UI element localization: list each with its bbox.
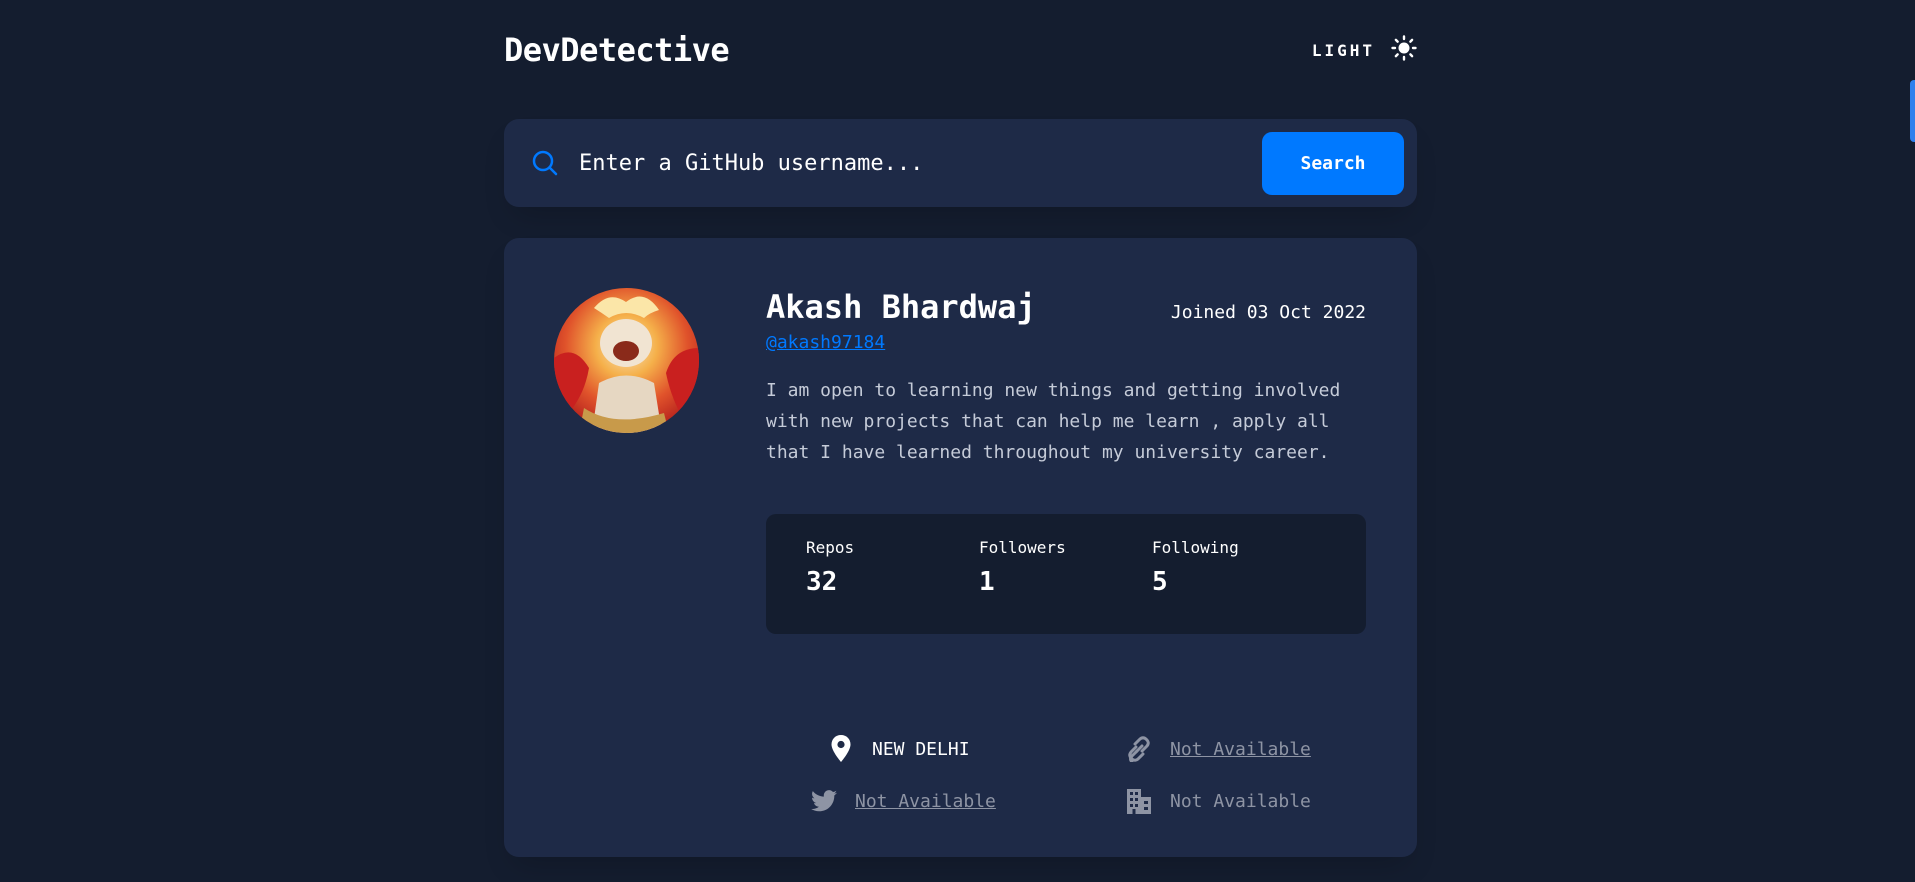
name-row: Akash Bhardwaj Joined 03 Oct 2022: [766, 288, 1366, 326]
location-pin-icon: [828, 735, 854, 763]
profile-bio: I am open to learning new things and get…: [766, 380, 1341, 463]
twitter-item[interactable]: Not Available: [811, 787, 996, 815]
app-logo: DevDetective: [504, 31, 730, 69]
profile-name: Akash Bhardwaj: [766, 288, 1036, 326]
profile-content: Akash Bhardwaj Joined 03 Oct 2022 @akash…: [766, 288, 1366, 814]
website-item[interactable]: Not Available: [1126, 735, 1311, 763]
company-text: Not Available: [1170, 790, 1311, 812]
joined-date: Joined 03 Oct 2022: [1170, 302, 1366, 323]
theme-toggle[interactable]: LIGHT: [1312, 35, 1417, 65]
header: DevDetective LIGHT: [504, 0, 1417, 100]
search-button[interactable]: Search: [1262, 131, 1404, 195]
app-container: DevDetective LIGHT Enter a GitHub userna…: [504, 0, 1417, 857]
stat-following: Following 5: [1152, 538, 1325, 634]
stat-label: Followers: [979, 538, 1066, 557]
stat-label: Repos: [806, 538, 855, 557]
location-item: NEW DELHI: [828, 735, 970, 763]
twitter-link[interactable]: Not Available: [855, 791, 996, 812]
profile-card: Akash Bhardwaj Joined 03 Oct 2022 @akash…: [504, 238, 1417, 857]
stat-value: 5: [1152, 567, 1168, 597]
search-bar: Search: [504, 119, 1417, 207]
location-text: NEW DELHI: [872, 738, 970, 760]
profile-links: NEW DELHI Not Available Not Available No…: [766, 735, 1366, 845]
stat-value: 1: [979, 567, 995, 597]
stat-followers: Followers 1: [979, 538, 1152, 634]
company-item: Not Available: [1126, 787, 1311, 815]
building-icon: [1126, 787, 1152, 815]
side-scroll-tab[interactable]: [1910, 80, 1915, 142]
stat-label: Following: [1152, 538, 1239, 557]
search-input[interactable]: [579, 150, 1262, 176]
stat-repos: Repos 32: [806, 538, 979, 634]
sun-icon: [1391, 35, 1417, 65]
search-icon: [531, 149, 559, 177]
twitter-icon: [811, 787, 837, 815]
profile-username-link[interactable]: @akash97184: [766, 332, 885, 353]
stat-value: 32: [806, 567, 838, 597]
stats-panel: Repos 32 Followers 1 Following 5: [766, 514, 1366, 634]
link-icon: [1126, 735, 1152, 763]
website-link[interactable]: Not Available: [1170, 739, 1311, 760]
avatar: [554, 288, 699, 433]
theme-toggle-label: LIGHT: [1311, 40, 1375, 60]
